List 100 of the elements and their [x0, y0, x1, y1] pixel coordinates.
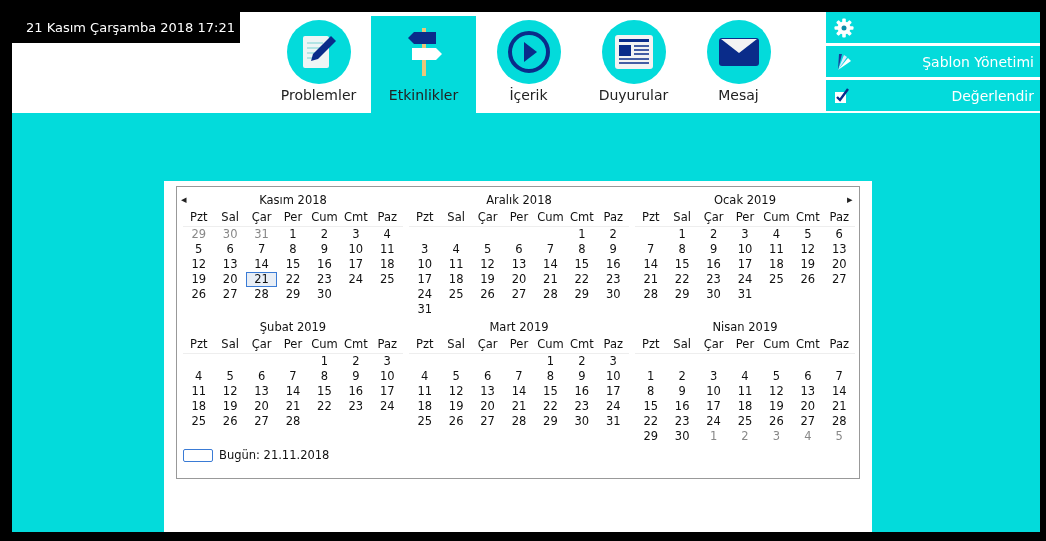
- date[interactable]: 13: [792, 384, 824, 399]
- date[interactable]: 26: [760, 414, 793, 429]
- date[interactable]: 31: [245, 227, 278, 242]
- date[interactable]: 2: [308, 227, 341, 242]
- date[interactable]: 4: [729, 369, 761, 384]
- date[interactable]: 23: [308, 272, 341, 287]
- date[interactable]: 17: [340, 257, 372, 272]
- date[interactable]: 22: [308, 399, 341, 414]
- date[interactable]: 23: [666, 414, 698, 429]
- date[interactable]: 12: [183, 257, 215, 272]
- date[interactable]: 8: [566, 242, 598, 257]
- date[interactable]: 5: [760, 369, 793, 384]
- date[interactable]: 18: [409, 399, 441, 414]
- date[interactable]: 15: [635, 399, 667, 414]
- date[interactable]: 26: [471, 287, 504, 302]
- date[interactable]: 19: [760, 399, 793, 414]
- date[interactable]: 8: [308, 369, 341, 384]
- date[interactable]: 1: [666, 227, 698, 242]
- date[interactable]: 16: [566, 384, 598, 399]
- date[interactable]: 5: [792, 227, 824, 242]
- date[interactable]: 23: [597, 272, 629, 287]
- previous-month-button[interactable]: ◂: [181, 193, 187, 206]
- date[interactable]: 21: [635, 272, 667, 287]
- date[interactable]: 15: [566, 257, 598, 272]
- date[interactable]: 6: [823, 227, 855, 242]
- date[interactable]: 18: [440, 272, 472, 287]
- date[interactable]: 31: [597, 414, 629, 429]
- date[interactable]: 7: [245, 242, 278, 257]
- date[interactable]: 25: [409, 414, 441, 429]
- date[interactable]: 18: [371, 257, 403, 272]
- date[interactable]: 3: [409, 242, 441, 257]
- date[interactable]: 24: [597, 399, 629, 414]
- date[interactable]: 15: [534, 384, 567, 399]
- date[interactable]: 4: [409, 369, 441, 384]
- date[interactable]: 1: [277, 227, 309, 242]
- date[interactable]: 5: [440, 369, 472, 384]
- date[interactable]: 10: [409, 257, 441, 272]
- date[interactable]: 30: [308, 287, 341, 302]
- date[interactable]: 2: [666, 369, 698, 384]
- date[interactable]: 12: [760, 384, 793, 399]
- date[interactable]: 28: [245, 287, 278, 302]
- date[interactable]: 24: [409, 287, 441, 302]
- date[interactable]: 20: [503, 272, 535, 287]
- date[interactable]: 30: [566, 414, 598, 429]
- date[interactable]: 7: [503, 369, 535, 384]
- date[interactable]: 13: [823, 242, 855, 257]
- date[interactable]: 9: [340, 369, 372, 384]
- date[interactable]: 6: [503, 242, 535, 257]
- date[interactable]: 5: [471, 242, 504, 257]
- date[interactable]: 23: [340, 399, 372, 414]
- date[interactable]: 2: [566, 354, 598, 369]
- date[interactable]: 30: [597, 287, 629, 302]
- date[interactable]: 3: [340, 227, 372, 242]
- date[interactable]: 17: [597, 384, 629, 399]
- date[interactable]: 11: [371, 242, 403, 257]
- date[interactable]: 3: [597, 354, 629, 369]
- date[interactable]: 29: [566, 287, 598, 302]
- date[interactable]: 21: [503, 399, 535, 414]
- date[interactable]: 4: [371, 227, 403, 242]
- date[interactable]: 6: [245, 369, 278, 384]
- date[interactable]: 27: [823, 272, 855, 287]
- date[interactable]: 19: [183, 272, 215, 287]
- date[interactable]: 12: [471, 257, 504, 272]
- date[interactable]: 29: [666, 287, 698, 302]
- date[interactable]: 31: [409, 302, 441, 317]
- date[interactable]: 11: [729, 384, 761, 399]
- date[interactable]: 3: [729, 227, 761, 242]
- date[interactable]: 10: [597, 369, 629, 384]
- date[interactable]: 25: [183, 414, 215, 429]
- date[interactable]: 12: [440, 384, 472, 399]
- date[interactable]: 25: [760, 272, 793, 287]
- date[interactable]: 1: [697, 429, 730, 444]
- date[interactable]: 16: [697, 257, 730, 272]
- date[interactable]: 30: [666, 429, 698, 444]
- date[interactable]: 19: [792, 257, 824, 272]
- date[interactable]: 15: [666, 257, 698, 272]
- date[interactable]: 26: [792, 272, 824, 287]
- date[interactable]: 5: [823, 429, 855, 444]
- date[interactable]: 14: [503, 384, 535, 399]
- date[interactable]: 1: [308, 354, 341, 369]
- date[interactable]: 11: [409, 384, 441, 399]
- date[interactable]: 10: [371, 369, 403, 384]
- date[interactable]: 9: [566, 369, 598, 384]
- date[interactable]: 14: [277, 384, 309, 399]
- date[interactable]: 11: [440, 257, 472, 272]
- date[interactable]: 8: [666, 242, 698, 257]
- date[interactable]: 1: [534, 354, 567, 369]
- date[interactable]: 8: [534, 369, 567, 384]
- date[interactable]: 20: [471, 399, 504, 414]
- date[interactable]: 14: [635, 257, 667, 272]
- date[interactable]: 2: [729, 429, 761, 444]
- date[interactable]: 21: [534, 272, 567, 287]
- date[interactable]: 6: [792, 369, 824, 384]
- date[interactable]: 23: [566, 399, 598, 414]
- date[interactable]: 25: [371, 272, 403, 287]
- date[interactable]: 2: [597, 227, 629, 242]
- date[interactable]: 2: [697, 227, 730, 242]
- date[interactable]: 18: [729, 399, 761, 414]
- date[interactable]: 1: [566, 227, 598, 242]
- date[interactable]: 6: [214, 242, 246, 257]
